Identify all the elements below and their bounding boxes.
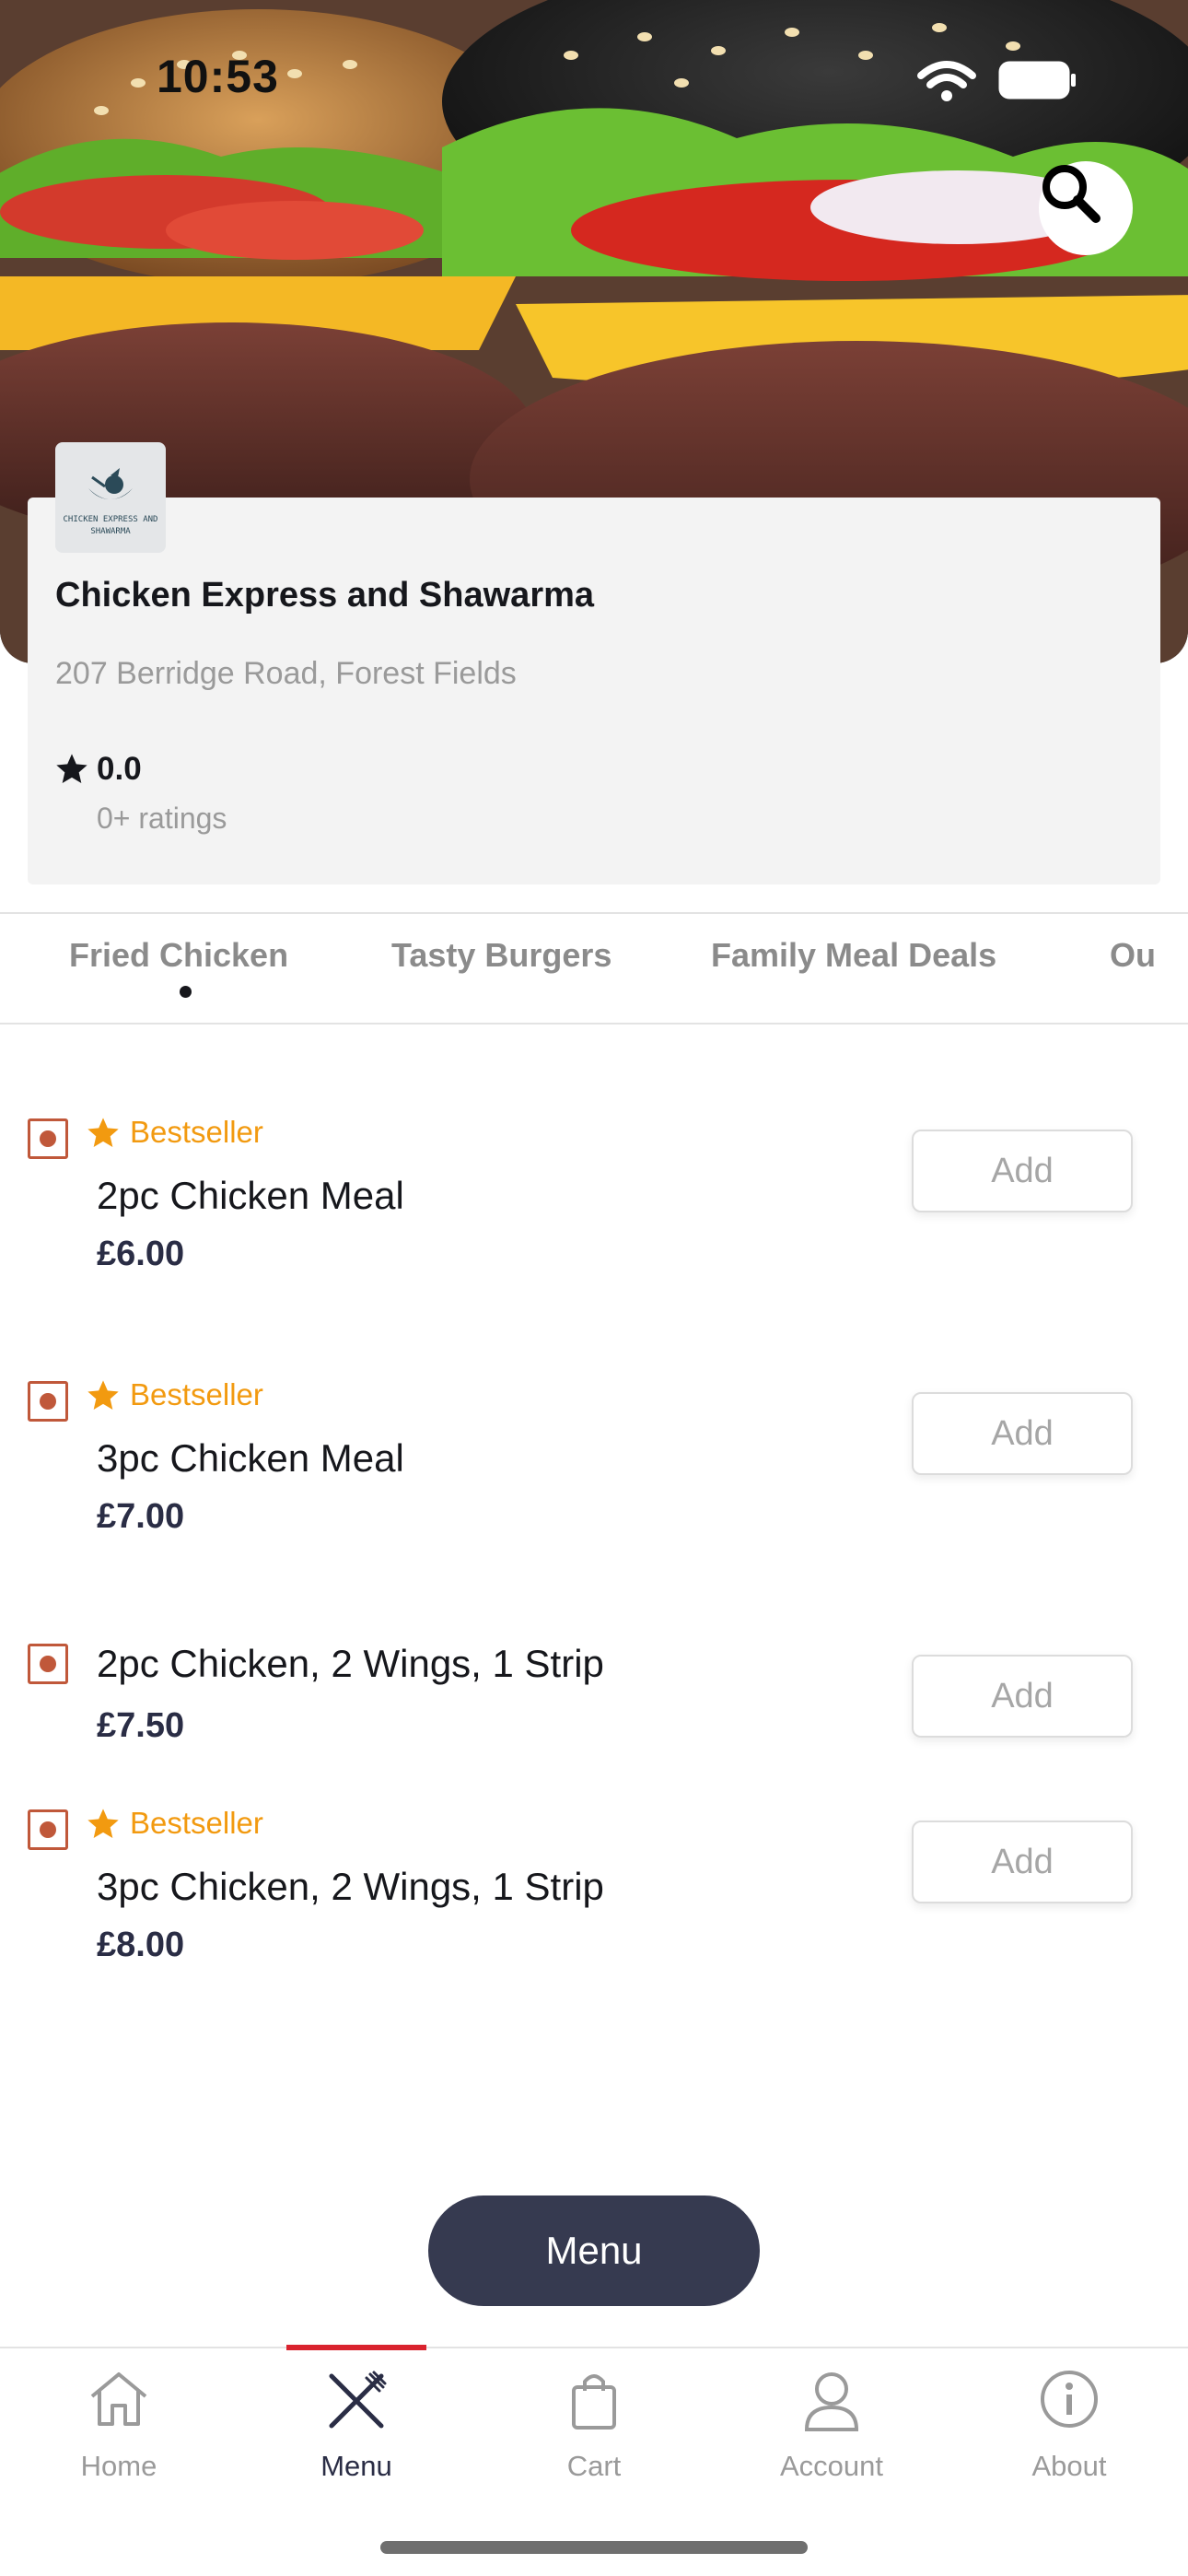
nav-home[interactable]: Home xyxy=(0,2348,238,2496)
home-indicator xyxy=(380,2541,808,2554)
bestseller-star-icon xyxy=(87,1380,119,1410)
chicken-logo-icon xyxy=(88,468,133,499)
add-button[interactable]: Add xyxy=(912,1392,1133,1475)
restaurant-address: 207 Berridge Road, Forest Fields xyxy=(55,656,517,691)
nav-menu[interactable]: Menu xyxy=(238,2348,475,2496)
nav-menu-label: Menu xyxy=(320,2450,392,2482)
item-price: £8.00 xyxy=(97,1926,185,1964)
shopping-bag-icon xyxy=(572,2374,616,2430)
nav-account-label: Account xyxy=(779,2450,883,2482)
item-price: £7.00 xyxy=(97,1497,185,1536)
food-type-marker xyxy=(28,1809,68,1850)
item-name: 3pc Chicken, 2 Wings, 1 Strip xyxy=(97,1865,604,1908)
item-price: £7.50 xyxy=(97,1706,185,1745)
category-tabs: Fried Chicken Tasty Burgers Family Meal … xyxy=(0,912,1188,1025)
status-time: 10:53 xyxy=(157,51,279,102)
nav-cart-label: Cart xyxy=(566,2450,622,2482)
fork-knife-icon xyxy=(329,2371,387,2429)
active-tab-indicator xyxy=(180,986,192,998)
restaurant-info-card: CHICKEN EXPRESS AND SHAWARMA Chicken Exp… xyxy=(28,442,1160,884)
home-icon xyxy=(90,2372,147,2426)
add-button[interactable]: Add xyxy=(912,1130,1133,1212)
info-icon xyxy=(1041,2371,1098,2428)
star-icon xyxy=(56,754,87,783)
tab-family-meal-deals[interactable]: Family Meal Deals xyxy=(711,936,996,975)
nav-cart[interactable]: Cart xyxy=(475,2348,713,2496)
item-name: 2pc Chicken Meal xyxy=(97,1174,404,1217)
logo-text: CHICKEN EXPRESS AND SHAWARMA xyxy=(63,515,158,536)
nav-account[interactable]: Account xyxy=(713,2348,950,2496)
bestseller-star-icon xyxy=(87,1809,119,1838)
bestseller-label: Bestseller xyxy=(130,1377,263,1411)
tab-more[interactable]: Ou xyxy=(1110,936,1156,975)
ratings-count: 0+ ratings xyxy=(97,802,227,835)
user-icon xyxy=(804,2372,859,2431)
search-icon xyxy=(1042,165,1101,223)
item-name: 2pc Chicken, 2 Wings, 1 Strip xyxy=(97,1642,604,1685)
restaurant-name: Chicken Express and Shawarma xyxy=(55,576,595,615)
tab-tasty-burgers[interactable]: Tasty Burgers xyxy=(391,936,611,975)
food-type-marker xyxy=(28,1644,68,1684)
bestseller-star-icon xyxy=(87,1118,119,1147)
item-name: 3pc Chicken Meal xyxy=(97,1436,404,1480)
item-price: £6.00 xyxy=(97,1235,185,1273)
tab-fried-chicken[interactable]: Fried Chicken xyxy=(69,936,288,975)
food-type-marker xyxy=(28,1118,68,1159)
search-button[interactable] xyxy=(1039,161,1133,255)
nav-about-label: About xyxy=(1031,2450,1107,2482)
restaurant-logo: CHICKEN EXPRESS AND SHAWARMA xyxy=(55,442,166,553)
rating-value: 0.0 xyxy=(97,751,142,787)
bestseller-label: Bestseller xyxy=(130,1806,263,1840)
add-button[interactable]: Add xyxy=(912,1821,1133,1903)
bestseller-label: Bestseller xyxy=(130,1115,263,1149)
nav-home-label: Home xyxy=(80,2450,157,2482)
nav-about[interactable]: About xyxy=(950,2348,1188,2496)
food-type-marker xyxy=(28,1381,68,1422)
menu-button[interactable]: Menu xyxy=(428,2195,760,2306)
add-button[interactable]: Add xyxy=(912,1655,1133,1738)
